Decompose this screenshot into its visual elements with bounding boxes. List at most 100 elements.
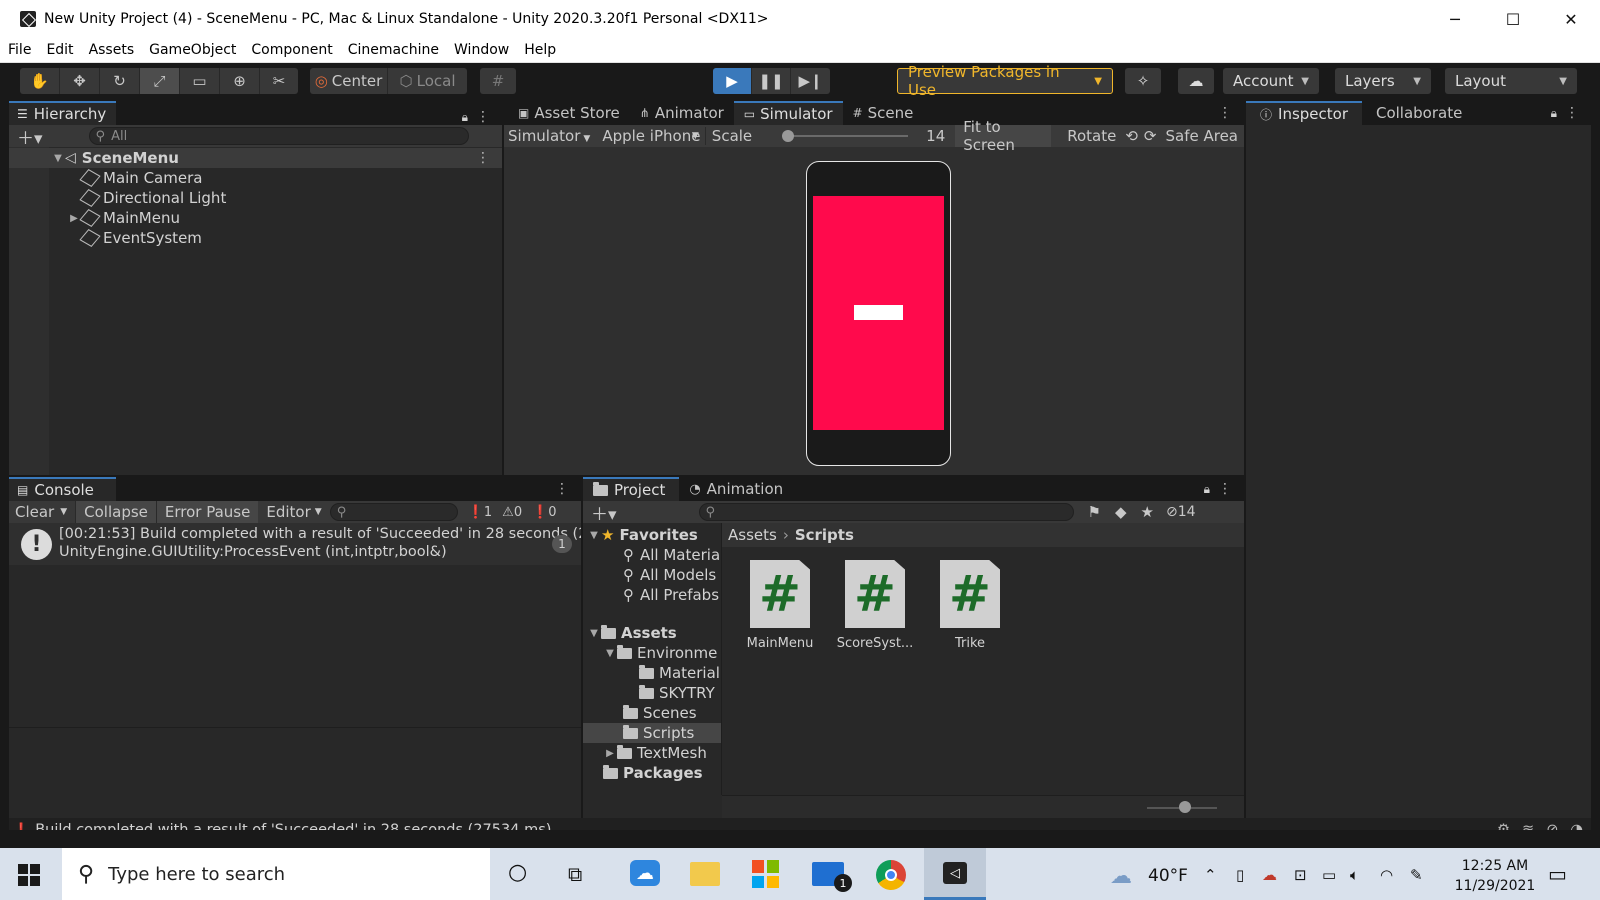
pen-icon[interactable]: ✎ [1410,866,1423,884]
panel-menu-icon[interactable]: ⋮ [1565,105,1579,121]
fit-to-screen-button[interactable]: Fit to Screen [955,118,1052,154]
scene-menu-icon[interactable]: ⋮ [476,150,490,166]
grid-snap-button[interactable]: # [480,68,516,94]
hierarchy-item[interactable]: ▶ MainMenu [9,208,180,228]
warning-count-toggle[interactable]: ⚠0 [502,505,522,520]
notification-icon[interactable]: ▭ [1548,862,1567,886]
rotate-left-icon[interactable]: ⟲ [1122,127,1141,145]
transform-tool-icon[interactable]: ⊕ [220,68,260,94]
taskbar-search[interactable]: ⚲ Type here to search [62,848,490,900]
panel-menu-icon[interactable]: ⋮ [1218,481,1232,497]
temperature[interactable]: 40°F [1148,866,1188,886]
console-divider[interactable] [9,727,581,728]
csharp-script-icon[interactable]: # [750,560,810,628]
windows-start-icon[interactable] [18,864,40,886]
panel-menu-icon[interactable]: ⋮ [476,109,490,125]
tree-favorite-item[interactable]: ⚲ All Prefabs [583,585,719,605]
unity-taskbar-item[interactable]: ◁ [924,848,986,900]
wifi-icon[interactable]: ◠ [1380,866,1393,884]
collapse-button[interactable]: Collapse [75,501,156,523]
rotate-tool-icon[interactable]: ↻ [100,68,140,94]
clock[interactable]: 12:25 AM 11/29/2021 [1440,856,1550,896]
device-screen[interactable] [813,196,944,430]
tab-project[interactable]: Project [583,477,680,501]
file-explorer-icon[interactable] [690,862,720,886]
menu-help[interactable]: Help [516,42,563,58]
chrome-icon[interactable] [876,860,906,890]
tree-folder[interactable]: SKYTRY [583,683,715,703]
console-search[interactable]: ⚲ [329,503,458,521]
tree-folder-selected[interactable]: Scripts [583,723,721,743]
account-dropdown[interactable]: Account ▼ [1223,68,1319,94]
tab-hierarchy[interactable]: ☰ Hierarchy [9,101,117,125]
tree-assets[interactable]: ▼ Assets [583,623,677,643]
network-tray-icon[interactable]: ⊡ [1294,866,1307,884]
maximize-button[interactable]: ☐ [1484,0,1542,38]
menu-component[interactable]: Component [243,42,339,58]
lock-icon[interactable]: 🔒︎ [1204,482,1210,497]
expand-arrow-icon[interactable]: ▼ [587,530,601,541]
expand-arrow-icon[interactable]: ▼ [51,153,65,164]
menu-gameobject[interactable]: GameObject [141,42,243,58]
filter-label-icon[interactable]: ◆ [1115,503,1127,521]
expand-arrow-icon[interactable]: ▶ [603,748,617,759]
tab-inspector[interactable]: ⓘ Inspector [1246,101,1362,125]
filter-type-icon[interactable]: ⚑ [1088,503,1101,521]
tab-collaborate[interactable]: Collaborate [1362,101,1472,125]
pivot-local-button[interactable]: ⬡ Local [388,68,467,94]
task-view-icon[interactable]: ⧉ [568,862,582,886]
device-tray-icon[interactable]: ▯ [1236,866,1244,884]
close-button[interactable]: ✕ [1542,0,1600,38]
menu-assets[interactable]: Assets [81,42,142,58]
play-button[interactable]: ▶ [713,68,752,94]
tree-folder[interactable]: Scenes [583,703,697,723]
panel-menu-icon[interactable]: ⋮ [1218,105,1232,121]
hierarchy-item[interactable]: EventSystem [9,228,202,248]
tab-animation[interactable]: ◔ Animation [679,477,793,501]
move-tool-icon[interactable]: ✥ [60,68,100,94]
menu-window[interactable]: Window [446,42,516,58]
device-dropdown[interactable]: Apple iPhone 7 [594,127,706,145]
tree-favorites[interactable]: ▼ ★ Favorites [583,525,698,545]
hidden-packages-toggle[interactable]: ⊘14 [1166,504,1196,520]
info-count-toggle[interactable]: ❗0 [532,505,556,520]
icon-size-slider-thumb[interactable] [1179,801,1191,813]
favorite-icon[interactable]: ★ [1141,503,1154,521]
error-pause-button[interactable]: Error Pause [155,501,259,523]
hand-tool-icon[interactable]: ✋ [20,68,60,94]
layers-dropdown[interactable]: Layers ▼ [1335,68,1431,94]
rect-tool-icon[interactable]: ▭ [180,68,220,94]
tree-favorite-item[interactable]: ⚲ All Models [583,565,716,585]
weather-icon[interactable]: ☁ [1110,864,1132,889]
error-count-toggle[interactable]: ❗1 [468,505,492,520]
chevron-down-icon[interactable]: ▼ [60,507,67,517]
collab-button[interactable]: ✧ [1125,68,1161,94]
tree-folder[interactable]: Material [583,663,720,683]
volume-icon[interactable]: 🔈︎ [1350,866,1359,884]
breadcrumb-assets[interactable]: Assets [728,526,777,544]
battery-icon[interactable]: ▭ [1322,866,1336,884]
scene-row[interactable]: ▼ ◁ SceneMenu ⋮ [9,148,502,168]
console-entry[interactable]: ! [00:21:53] Build completed with a resu… [9,523,581,565]
lock-icon[interactable]: 🔒︎ [1551,106,1557,121]
tree-folder[interactable]: ▶ TextMesh [583,743,707,763]
hierarchy-item[interactable]: Directional Light [9,188,226,208]
expand-arrow-icon[interactable]: ▼ [587,628,601,639]
tree-favorite-item[interactable]: ⚲ All Materia [583,545,720,565]
tab-simulator[interactable]: ▭ Simulator [733,101,843,125]
expand-arrow-icon[interactable]: ▶ [67,213,81,224]
simulator-mode-dropdown[interactable]: Simulator ▼ [504,127,594,145]
pause-button[interactable]: ❚❚ [752,68,791,94]
preview-packages-button[interactable]: Preview Packages in Use ▼ [897,63,1113,99]
chevron-up-icon[interactable]: ⌃ [1204,866,1217,884]
scale-slider-track[interactable] [788,135,908,137]
step-button[interactable]: ▶❙ [791,68,830,94]
editor-dropdown[interactable]: Editor [258,503,314,521]
add-icon[interactable]: ＋▾ [17,124,43,149]
tree-packages[interactable]: Packages [583,763,703,783]
safe-area-toggle[interactable]: Safe Area [1159,127,1244,145]
tree-splitter[interactable] [721,523,722,795]
cortana-icon[interactable]: ○ [508,860,527,885]
tab-console[interactable]: ▤ Console [9,477,116,501]
csharp-script-icon[interactable]: # [940,560,1000,628]
